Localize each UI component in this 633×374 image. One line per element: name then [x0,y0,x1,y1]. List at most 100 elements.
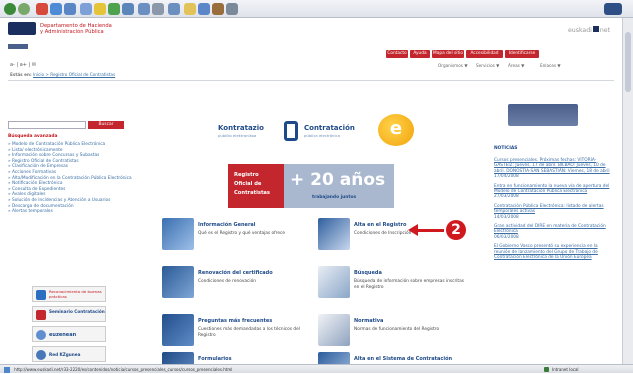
registry-banner[interactable]: Registro Oficial de Contratistas + 20 añ… [228,164,394,208]
help-button[interactable]: Ayuda [410,50,430,58]
search-input[interactable] [8,121,86,129]
card-renewal[interactable]: Renovación del certificado Condiciones d… [162,266,312,304]
sidebar-title[interactable]: Búsqueda avanzada [8,134,58,139]
news-item-date: 06/03/2008 [494,234,519,240]
brand-text: euskadi [568,27,592,34]
card-faq[interactable]: Preguntas más frecuentes Cuestiones más … [162,314,312,352]
edit-icon[interactable] [168,3,180,15]
card-desc: Búsqueda de información sobre empresas i… [354,279,464,290]
callout-badge: 2 [446,220,466,240]
news-item[interactable]: Gran actividad del DIRE en materia de Co… [494,224,614,240]
kontratazio-sub: publiko elektronikoa [218,133,257,138]
badge-icon [36,330,46,340]
card-title[interactable]: Búsqueda [354,270,382,276]
text-size-controls[interactable]: a- | a+ | ✉ [10,62,36,68]
card-regulations[interactable]: Normativa Normas de funcionamiento del R… [318,314,468,352]
messenger-icon[interactable] [198,3,210,15]
news-item-title[interactable]: El Gobierno Vasco presentó su experienci… [494,244,614,260]
history-icon[interactable] [122,3,134,15]
forward-icon[interactable] [18,3,30,15]
card-title[interactable]: Normativa [354,318,383,324]
brand-square [592,26,599,32]
page-icon [4,367,10,373]
discuss-icon[interactable] [184,3,196,15]
news-item-date: 14/03/2008 [494,214,519,220]
dropdown-links[interactable]: Enlaces ▼ [540,63,561,68]
scroll-thumb[interactable] [625,32,631,92]
accessibility-button[interactable]: Accesibilidad [466,50,503,58]
sidebar-item-alerts[interactable]: » Alertas temporales [6,209,144,215]
card-system-registration[interactable]: Alta en el Sistema de Contratación [318,352,468,364]
contact-button[interactable]: Contacto [386,50,408,58]
badge-icon [36,350,46,360]
right-logo[interactable] [508,104,578,126]
print-icon[interactable] [152,3,164,15]
dropdown-organisms[interactable]: Organismos ▼ [438,63,468,68]
badge-seminar[interactable]: Seminario Contratación [32,306,106,322]
dropdown-services[interactable]: Servicios ▼ [476,63,499,68]
news-item-title[interactable]: Gran actividad del DIRE en materia de Co… [494,224,614,235]
card-desc: Cuestiones más demandadas a los técnicos… [198,327,300,338]
media-icon[interactable] [108,3,120,15]
web-page: Departamento de Hacienda y Administració… [0,18,622,364]
kontratazio-text: Kontratazio [218,124,264,132]
card-forms[interactable]: Formularios [162,352,312,364]
breadcrumb-path[interactable]: Inicio > Registro Oficial de Contratista… [33,72,115,77]
card-title[interactable]: Formularios [198,356,232,362]
news-item-title[interactable]: Entra en funcionamiento la nueva vía de … [494,184,614,195]
news-item[interactable]: Cursos presenciales. Próximas fechas: VI… [494,158,614,180]
badge-label: Reconocimiento de buenas prácticas [49,289,102,299]
calendar-icon [162,266,194,298]
news-list: Cursos presenciales. Próximas fechas: VI… [494,158,614,261]
card-title[interactable]: Alta en el Registro [354,222,406,228]
banner-line3: Contratistas [234,190,271,196]
vertical-scrollbar[interactable] [622,18,633,364]
status-url: http://www.euskadi.net/r33-2220/es/conte… [14,367,233,372]
card-title[interactable]: Preguntas más frecuentes [198,318,272,324]
badge-label: Red KZgunea [49,352,81,357]
badge-label: Seminario Contratación [49,309,105,314]
dept-line2: y Administración Pública [40,29,104,35]
search-icon[interactable] [80,3,92,15]
stop-icon[interactable] [36,3,48,15]
refresh-icon[interactable] [50,3,62,15]
favorites-icon[interactable] [94,3,106,15]
news-item-title[interactable]: Contratación Pública Electrónica: listad… [494,204,614,215]
breadcrumb: Estás en: Inicio > Registro Oficial de C… [10,72,115,77]
euskadi-logo[interactable]: euskadi net [568,26,610,34]
badge-kzgunea[interactable]: Red KZgunea [32,346,106,362]
banner-tagline: trabajando juntos [312,195,357,200]
callout-arrowhead [408,224,418,236]
search-button[interactable]: Buscar [88,121,124,129]
news-item-title[interactable]: Cursos presenciales. Próximas fechas: VI… [494,158,614,174]
back-icon[interactable] [4,3,16,15]
dropdown-areas[interactable]: Áreas ▼ [508,63,524,68]
contratacion-sub: pública electrónica [304,133,340,138]
tools-icon[interactable] [226,3,238,15]
magnifier-icon [318,266,350,298]
system-icon [318,352,350,364]
mail-icon[interactable] [138,3,150,15]
card-general-info[interactable]: Información General Qué es el Registro y… [162,218,312,256]
research-icon[interactable] [212,3,224,15]
news-item[interactable]: Contratación Pública Electrónica: listad… [494,204,614,220]
sitemap-button[interactable]: Mapa del sitio [432,50,464,58]
news-item[interactable]: El Gobierno Vasco presentó su experienci… [494,244,614,260]
badge-euzenean[interactable]: euzenean [32,326,106,342]
card-registration[interactable]: Alta en el Registro Condiciones de Inscr… [318,218,468,256]
card-search[interactable]: Búsqueda Búsqueda de información sobre e… [318,266,468,304]
kontratazio-logo[interactable]: Kontratazio publiko elektronikoa Contrat… [218,121,378,143]
card-title[interactable]: Alta en el Sistema de Contratación [354,356,452,362]
login-button[interactable]: Identificarse [505,50,539,58]
gov-logo [8,22,36,35]
news-item-date: 27/03/2008 [494,194,519,200]
home-icon[interactable] [64,3,76,15]
brand-suffix: net [599,27,611,34]
news-item[interactable]: Entra en funcionamiento la nueva vía de … [494,184,614,200]
browser-toolbar [0,0,633,18]
card-title[interactable]: Información General [198,222,256,228]
banner-line2: Oficial de [234,181,262,187]
badge-good-practices[interactable]: Reconocimiento de buenas prácticas [32,286,106,302]
intranet-icon [544,367,549,372]
card-title[interactable]: Renovación del certificado [198,270,273,276]
